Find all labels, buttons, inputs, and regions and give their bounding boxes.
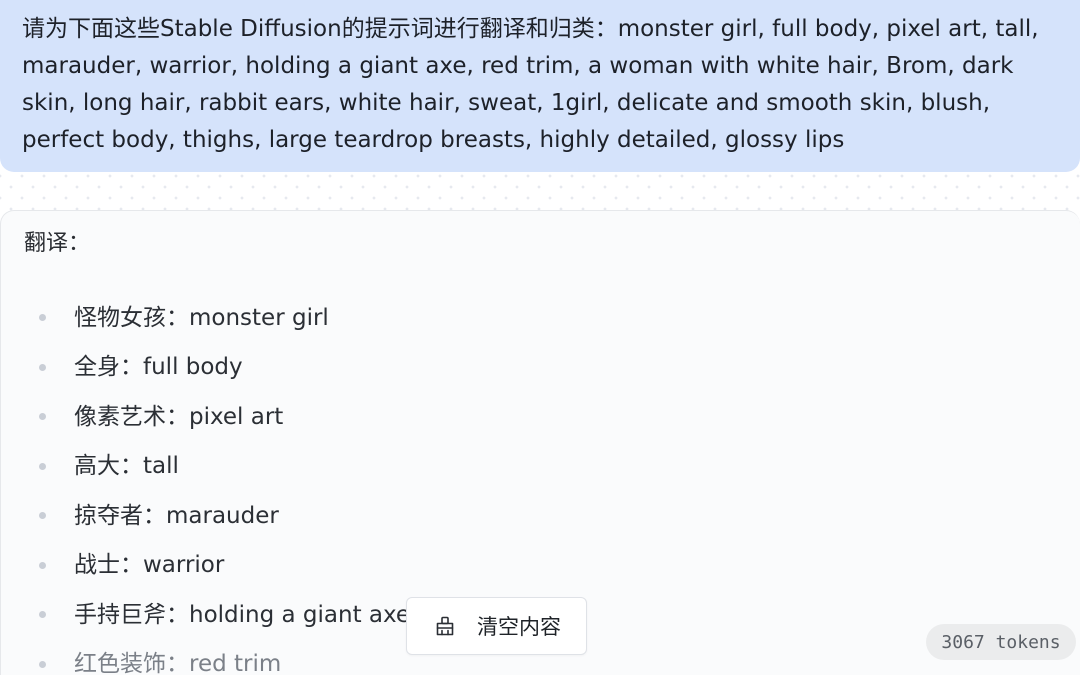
user-message-bubble: 请为下面这些Stable Diffusion的提示词进行翻译和归类：monste… — [0, 0, 1080, 172]
bullet-icon — [39, 413, 46, 421]
list-item-text: 怪物女孩：monster girl — [74, 304, 329, 331]
bullet-icon — [39, 512, 46, 520]
list-item: 怪物女孩：monster girl — [1, 293, 1080, 343]
list-item-text: 战士：warrior — [74, 552, 225, 579]
list-item: 高大：tall — [1, 442, 1080, 492]
dotted-separator — [0, 172, 1080, 212]
list-item: 掠夺者：marauder — [1, 491, 1080, 541]
list-item-text: 掠夺者：marauder — [74, 502, 279, 529]
broom-icon — [433, 614, 457, 638]
list-item-text: 手持巨斧：holding a giant axe — [74, 601, 411, 628]
list-item-text: 像素艺术：pixel art — [74, 403, 284, 430]
bullet-icon — [39, 462, 46, 470]
reply-heading: 翻译： — [24, 231, 91, 256]
clear-content-label: 清空内容 — [477, 615, 561, 639]
bullet-icon — [39, 561, 46, 569]
list-item-text: 全身：full body — [74, 354, 243, 381]
bullet-icon — [39, 660, 46, 668]
list-item: 全身：full body — [1, 343, 1080, 393]
user-message-text: 请为下面这些Stable Diffusion的提示词进行翻译和归类：monste… — [22, 16, 1046, 153]
list-item: 像素艺术：pixel art — [1, 392, 1080, 442]
bullet-icon — [39, 314, 46, 322]
token-count-badge: 3067 tokens — [926, 624, 1076, 660]
list-item: 战士：warrior — [1, 541, 1080, 591]
bullet-icon — [39, 363, 46, 371]
clear-content-button[interactable]: 清空内容 — [406, 597, 587, 655]
list-item-text: 红色装饰：red trim — [74, 651, 282, 675]
bullet-icon — [39, 611, 46, 619]
list-item-text: 高大：tall — [74, 453, 179, 480]
